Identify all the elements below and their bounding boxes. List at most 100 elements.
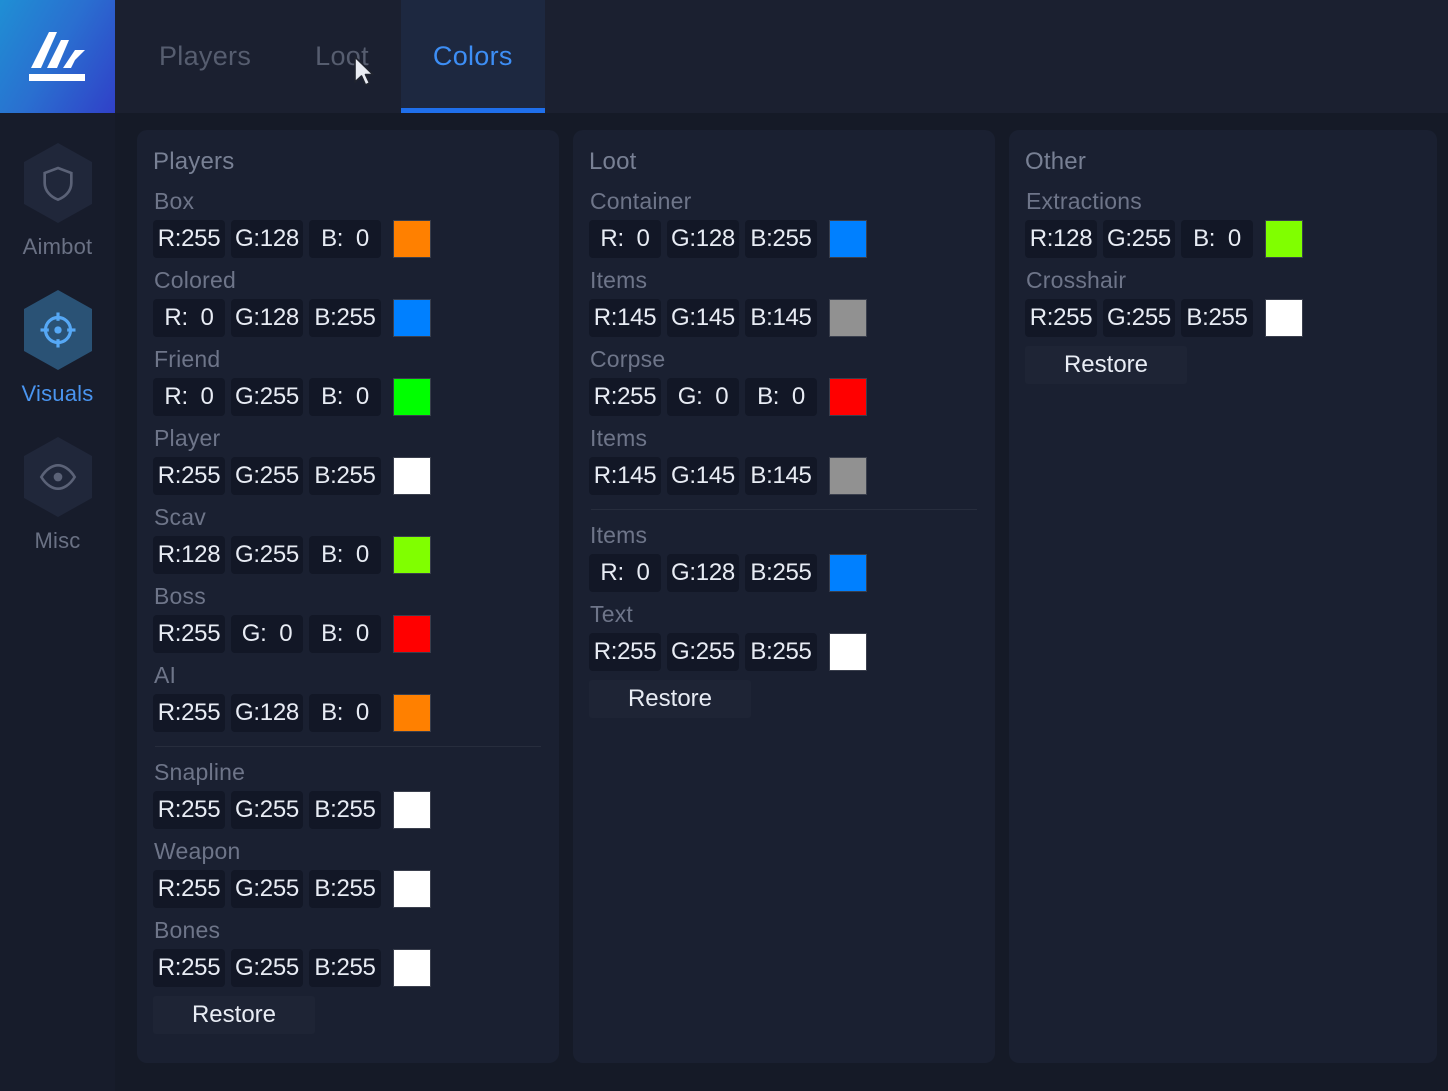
blue-input[interactable]: B: 0 [1181, 220, 1253, 258]
color-swatch[interactable] [829, 457, 867, 495]
sidebar-item-aimbot[interactable]: Aimbot [0, 113, 115, 260]
field-label: Items [590, 267, 648, 293]
color-field-items-corpse: Items R:145 G:145 B:145 [589, 425, 979, 495]
color-field-colored: Colored R: 0 G:128 B:255 [153, 267, 543, 337]
color-swatch[interactable] [829, 220, 867, 258]
green-input[interactable]: G:145 [667, 299, 739, 337]
green-input[interactable]: G:128 [667, 554, 739, 592]
color-swatch[interactable] [393, 791, 431, 829]
blue-input[interactable]: B: 0 [745, 378, 817, 416]
color-swatch[interactable] [829, 633, 867, 671]
panel-players: Players Box R:255 G:128 B: 0 Colored R: … [137, 130, 559, 1063]
green-input[interactable]: G:255 [231, 378, 303, 416]
green-input[interactable]: G:145 [667, 457, 739, 495]
color-swatch[interactable] [829, 378, 867, 416]
green-input[interactable]: G:255 [231, 870, 303, 908]
rgb-row: R: 0 G:255 B: 0 [153, 378, 543, 416]
red-input[interactable]: R:255 [589, 378, 661, 416]
red-input[interactable]: R:145 [589, 299, 661, 337]
color-field-snapline: Snapline R:255 G:255 B:255 [153, 759, 543, 829]
color-swatch[interactable] [393, 949, 431, 987]
tab-players[interactable]: Players [127, 0, 283, 113]
color-group: Box R:255 G:128 B: 0 Colored R: 0 G:128 … [153, 188, 543, 732]
green-input[interactable]: G:255 [1103, 299, 1175, 337]
green-input[interactable]: G:128 [667, 220, 739, 258]
blue-input[interactable]: B:255 [745, 220, 817, 258]
color-swatch[interactable] [829, 299, 867, 337]
blue-input[interactable]: B:145 [745, 299, 817, 337]
green-input[interactable]: G: 0 [667, 378, 739, 416]
green-input[interactable]: G:255 [231, 791, 303, 829]
color-swatch[interactable] [393, 615, 431, 653]
red-input[interactable]: R: 0 [153, 378, 225, 416]
blue-input[interactable]: B: 0 [309, 615, 381, 653]
panel-title: Loot [589, 148, 637, 175]
color-swatch[interactable] [393, 870, 431, 908]
red-input[interactable]: R:255 [1025, 299, 1097, 337]
color-swatch[interactable] [393, 457, 431, 495]
red-input[interactable]: R: 0 [153, 299, 225, 337]
field-label: Scav [154, 504, 206, 530]
rgb-row: R:145 G:145 B:145 [589, 457, 979, 495]
blue-input[interactable]: B: 0 [309, 220, 381, 258]
red-input[interactable]: R:255 [153, 791, 225, 829]
color-swatch[interactable] [393, 378, 431, 416]
red-input[interactable]: R:255 [589, 633, 661, 671]
blue-input[interactable]: B:255 [309, 870, 381, 908]
restore-button[interactable]: Restore [589, 680, 751, 718]
blue-input[interactable]: B:255 [1181, 299, 1253, 337]
sidebar-item-misc[interactable]: Misc [0, 407, 115, 554]
blue-input[interactable]: B:255 [745, 633, 817, 671]
color-field-text: Text R:255 G:255 B:255 [589, 601, 979, 671]
color-swatch[interactable] [393, 299, 431, 337]
blue-input[interactable]: B: 0 [309, 694, 381, 732]
blue-input[interactable]: B:255 [309, 457, 381, 495]
red-input[interactable]: R:255 [153, 615, 225, 653]
color-swatch[interactable] [393, 536, 431, 574]
blue-input[interactable]: B: 0 [309, 536, 381, 574]
color-swatch[interactable] [1265, 220, 1303, 258]
section-divider [155, 746, 541, 747]
color-swatch[interactable] [829, 554, 867, 592]
blue-input[interactable]: B:255 [309, 299, 381, 337]
green-input[interactable]: G:128 [231, 694, 303, 732]
blue-input[interactable]: B:255 [745, 554, 817, 592]
color-field-ai: AI R:255 G:128 B: 0 [153, 662, 543, 732]
field-label: Container [590, 188, 692, 214]
green-input[interactable]: G:255 [231, 949, 303, 987]
green-input[interactable]: G: 0 [231, 615, 303, 653]
red-input[interactable]: R:255 [153, 694, 225, 732]
red-input[interactable]: R: 0 [589, 554, 661, 592]
red-input[interactable]: R: 0 [589, 220, 661, 258]
sidebar-item-label-misc: Misc [34, 528, 81, 553]
green-input[interactable]: G:128 [231, 299, 303, 337]
field-label: Snapline [154, 759, 246, 785]
red-input[interactable]: R:128 [1025, 220, 1097, 258]
green-input[interactable]: G:255 [231, 536, 303, 574]
tab-colors[interactable]: Colors [400, 0, 545, 113]
color-swatch[interactable] [1265, 299, 1303, 337]
color-swatch[interactable] [393, 694, 431, 732]
green-input[interactable]: G:255 [1103, 220, 1175, 258]
blue-input[interactable]: B:255 [309, 949, 381, 987]
green-input[interactable]: G:255 [231, 457, 303, 495]
red-input[interactable]: R:255 [153, 870, 225, 908]
red-input[interactable]: R:145 [589, 457, 661, 495]
red-input[interactable]: R:255 [153, 457, 225, 495]
sidebar-item-visuals[interactable]: Visuals [0, 260, 115, 407]
restore-button[interactable]: Restore [1025, 346, 1187, 384]
blue-input[interactable]: B:145 [745, 457, 817, 495]
panel-other: Other Extractions R:128 G:255 B: 0 Cross… [1009, 130, 1437, 1063]
red-input[interactable]: R:255 [153, 949, 225, 987]
tab-loot[interactable]: Loot [283, 0, 401, 113]
restore-button[interactable]: Restore [153, 996, 315, 1034]
color-field-weapon: Weapon R:255 G:255 B:255 [153, 838, 543, 908]
red-input[interactable]: R:255 [153, 220, 225, 258]
field-label: Weapon [154, 838, 241, 864]
blue-input[interactable]: B:255 [309, 791, 381, 829]
blue-input[interactable]: B: 0 [309, 378, 381, 416]
green-input[interactable]: G:128 [231, 220, 303, 258]
green-input[interactable]: G:255 [667, 633, 739, 671]
color-swatch[interactable] [393, 220, 431, 258]
red-input[interactable]: R:128 [153, 536, 225, 574]
